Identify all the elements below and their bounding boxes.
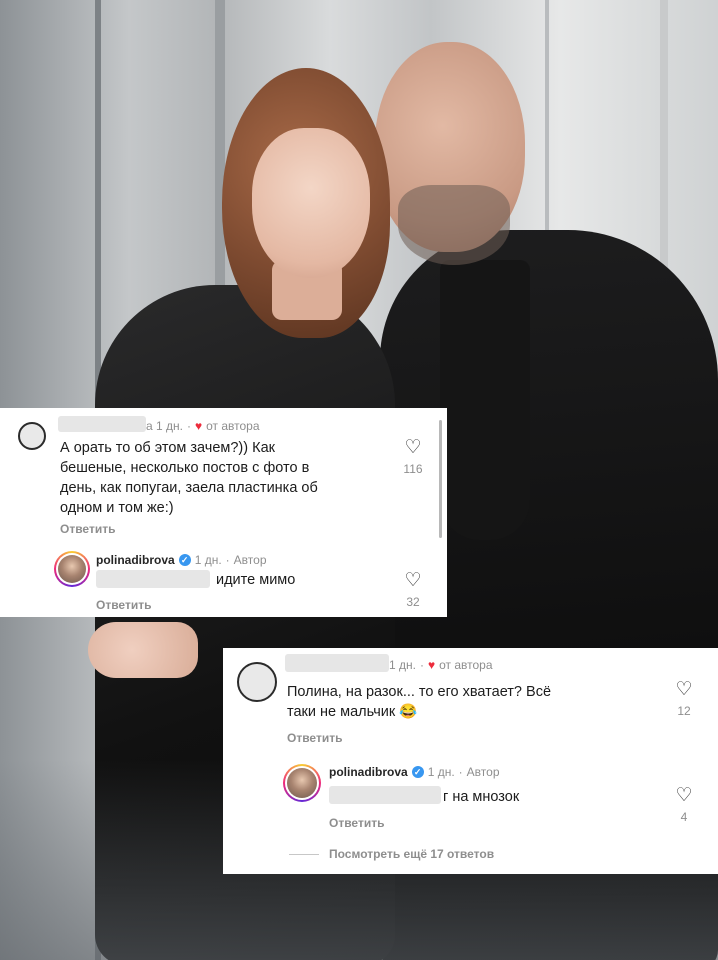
- view-more-replies-button[interactable]: Посмотреть ещё 17 ответов: [329, 847, 494, 861]
- thread-divider: [289, 854, 319, 855]
- comment-line: Полина, на разок... то его хватает? Всё: [287, 684, 552, 700]
- reply-button[interactable]: Ответить: [96, 598, 151, 612]
- comment-time: 1 дн.: [389, 658, 416, 672]
- author-label: Автор: [233, 553, 267, 567]
- like-control[interactable]: ♡ 4: [669, 786, 699, 825]
- reply-button[interactable]: Ответить: [287, 731, 342, 745]
- like-control[interactable]: ♡ 12: [669, 680, 699, 719]
- separator: ·: [458, 765, 463, 779]
- redacted-username: [285, 654, 389, 672]
- redacted-mention: [329, 786, 441, 804]
- comment-line: таки не мальчик 😂: [287, 704, 418, 720]
- man-shirt: [440, 260, 530, 540]
- comment-card: а 1 дн. · ♥ от автора А орать то об этом…: [0, 408, 447, 617]
- reply-button[interactable]: Ответить: [60, 522, 115, 536]
- like-control[interactable]: ♡ 32: [398, 571, 428, 610]
- comment-text: Полина, на разок... то его хватает? Всё …: [287, 682, 657, 722]
- redacted-mention: [96, 570, 210, 588]
- author-heart-icon: ♥: [427, 658, 436, 672]
- avatar[interactable]: [237, 662, 277, 702]
- reply-text: идите мимо: [216, 572, 296, 588]
- author-label: Автор: [466, 765, 500, 779]
- comment-time: а 1 дн.: [146, 419, 183, 433]
- username[interactable]: polinadibrova: [329, 765, 408, 779]
- woman-face: [252, 128, 370, 278]
- from-author-label: от автора: [206, 419, 260, 433]
- like-count: 116: [403, 462, 423, 476]
- scrollbar[interactable]: [439, 420, 442, 538]
- heart-icon[interactable]: ♡: [398, 571, 428, 591]
- username[interactable]: polinadibrova: [96, 553, 175, 567]
- from-author-label: от автора: [439, 658, 493, 672]
- heart-icon[interactable]: ♡: [669, 680, 699, 700]
- reply-button[interactable]: Ответить: [329, 816, 384, 830]
- redacted-username: [58, 416, 146, 432]
- reply-time: 1 дн.: [427, 765, 455, 779]
- profile-picture: [287, 768, 317, 798]
- like-control[interactable]: ♡ 116: [398, 438, 428, 477]
- comment-line: одном и том же:): [60, 500, 174, 516]
- like-count: 32: [406, 595, 420, 609]
- man-beard: [398, 185, 510, 265]
- verified-icon: ✓: [411, 766, 424, 778]
- verified-icon: ✓: [178, 554, 191, 566]
- comment-line: бешеные, несколько постов с фото в: [60, 460, 310, 476]
- author-heart-icon: ♥: [194, 419, 203, 433]
- comment-meta: 1 дн. · ♥ от автора: [389, 658, 493, 672]
- comment-line: день, как попугаи, заела пластинка об: [60, 480, 318, 496]
- heart-icon[interactable]: ♡: [669, 786, 699, 806]
- woman-hand: [88, 622, 198, 678]
- heart-icon[interactable]: ♡: [398, 438, 428, 458]
- reply-text: г на мнозок: [443, 789, 520, 805]
- like-count: 12: [677, 704, 691, 718]
- like-count: 4: [680, 810, 688, 824]
- separator: ·: [186, 419, 191, 433]
- comment-card: 1 дн. · ♥ от автора Полина, на разок... …: [223, 648, 718, 874]
- reply-meta: polinadibrova ✓ 1 дн. · Автор: [96, 553, 267, 567]
- comment-line: А орать то об этом зачем?)) Как: [60, 440, 275, 456]
- comment-text: А орать то об этом зачем?)) Как бешеные,…: [60, 438, 390, 518]
- separator: ·: [419, 658, 424, 672]
- reply-time: 1 дн.: [194, 553, 222, 567]
- separator: ·: [225, 553, 230, 567]
- reply-meta: polinadibrova ✓ 1 дн. · Автор: [329, 765, 500, 779]
- profile-picture: [58, 555, 86, 583]
- avatar[interactable]: [18, 422, 46, 450]
- avatar[interactable]: [283, 764, 321, 802]
- comment-meta: а 1 дн. · ♥ от автора: [146, 419, 260, 433]
- avatar[interactable]: [54, 551, 90, 587]
